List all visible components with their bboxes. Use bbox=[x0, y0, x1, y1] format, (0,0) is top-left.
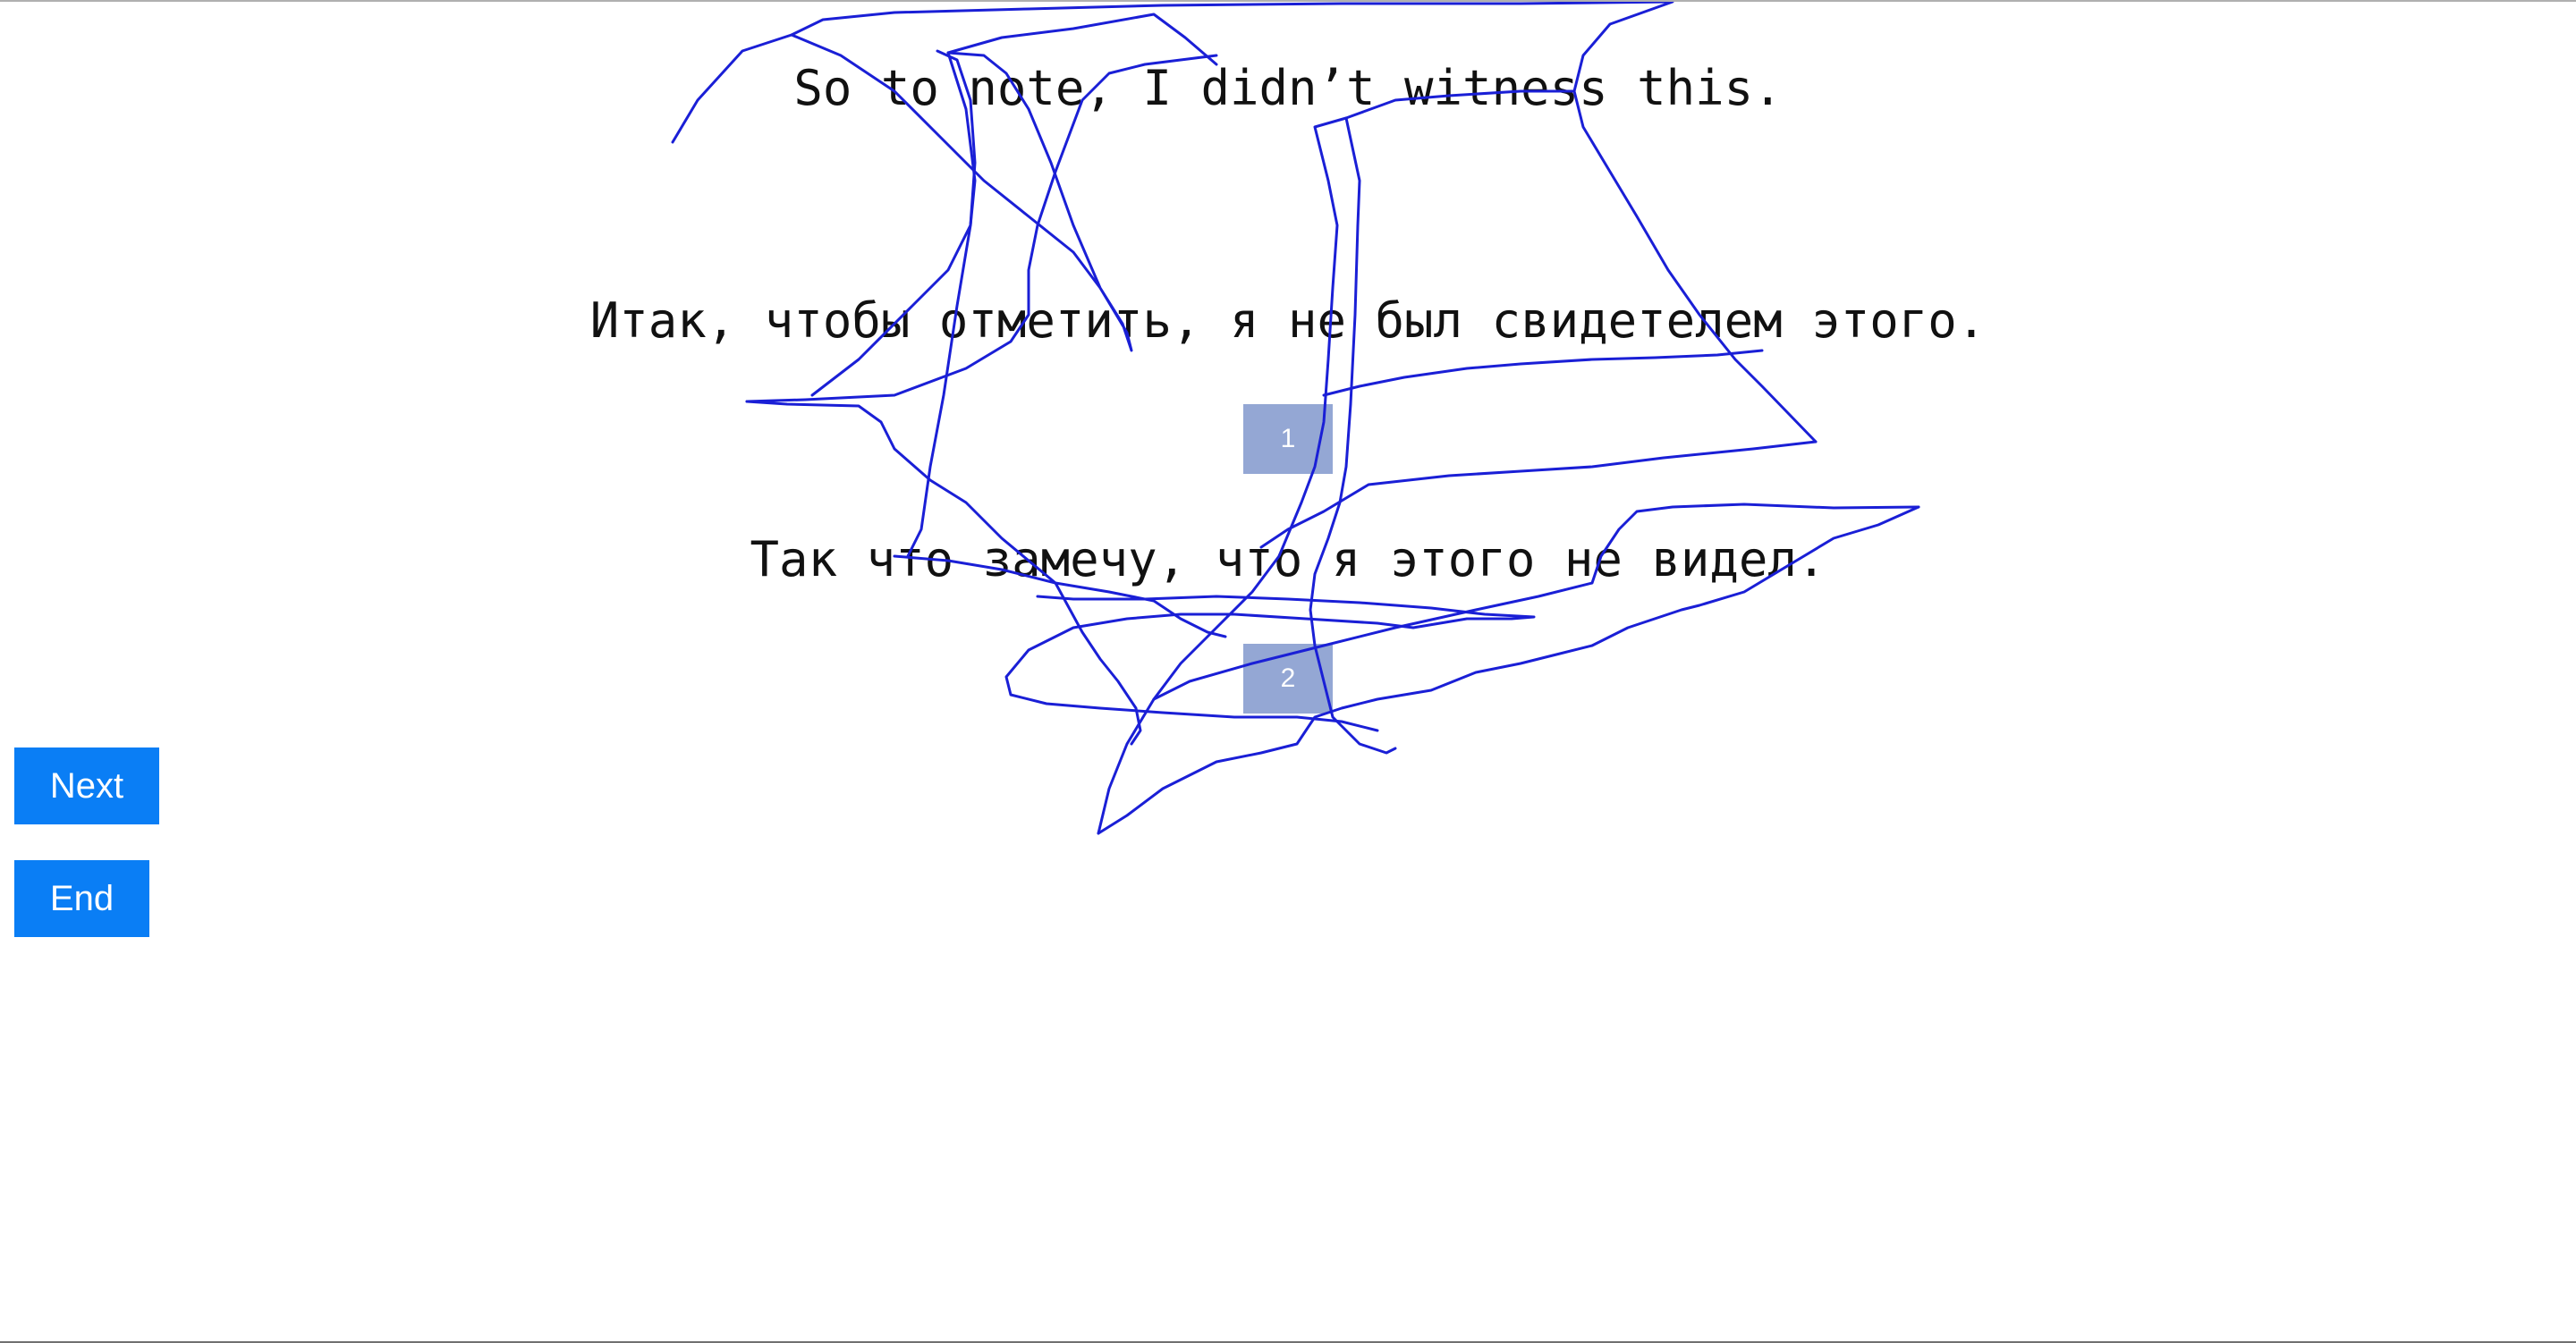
source-sentence: So to note, I didn’t witness this. bbox=[793, 60, 1783, 116]
candidate-sentence-2: Так что замечу, что я этого не видел. bbox=[750, 531, 1826, 587]
scribble-stroke-3 bbox=[946, 13, 1218, 66]
next-button[interactable]: Next bbox=[14, 748, 159, 824]
choice-button-1[interactable]: 1 bbox=[1243, 404, 1333, 474]
scribble-stroke-14 bbox=[1322, 349, 1764, 397]
choice-button-2[interactable]: 2 bbox=[1243, 644, 1333, 714]
end-button[interactable]: End bbox=[14, 860, 149, 937]
scribble-stroke-9 bbox=[1097, 116, 1348, 835]
annotation-page: So to note, I didn’t witness this. Итак,… bbox=[0, 0, 2576, 1343]
candidate-sentence-1: Итак, чтобы отметить, я не был свидетеле… bbox=[589, 292, 1987, 349]
